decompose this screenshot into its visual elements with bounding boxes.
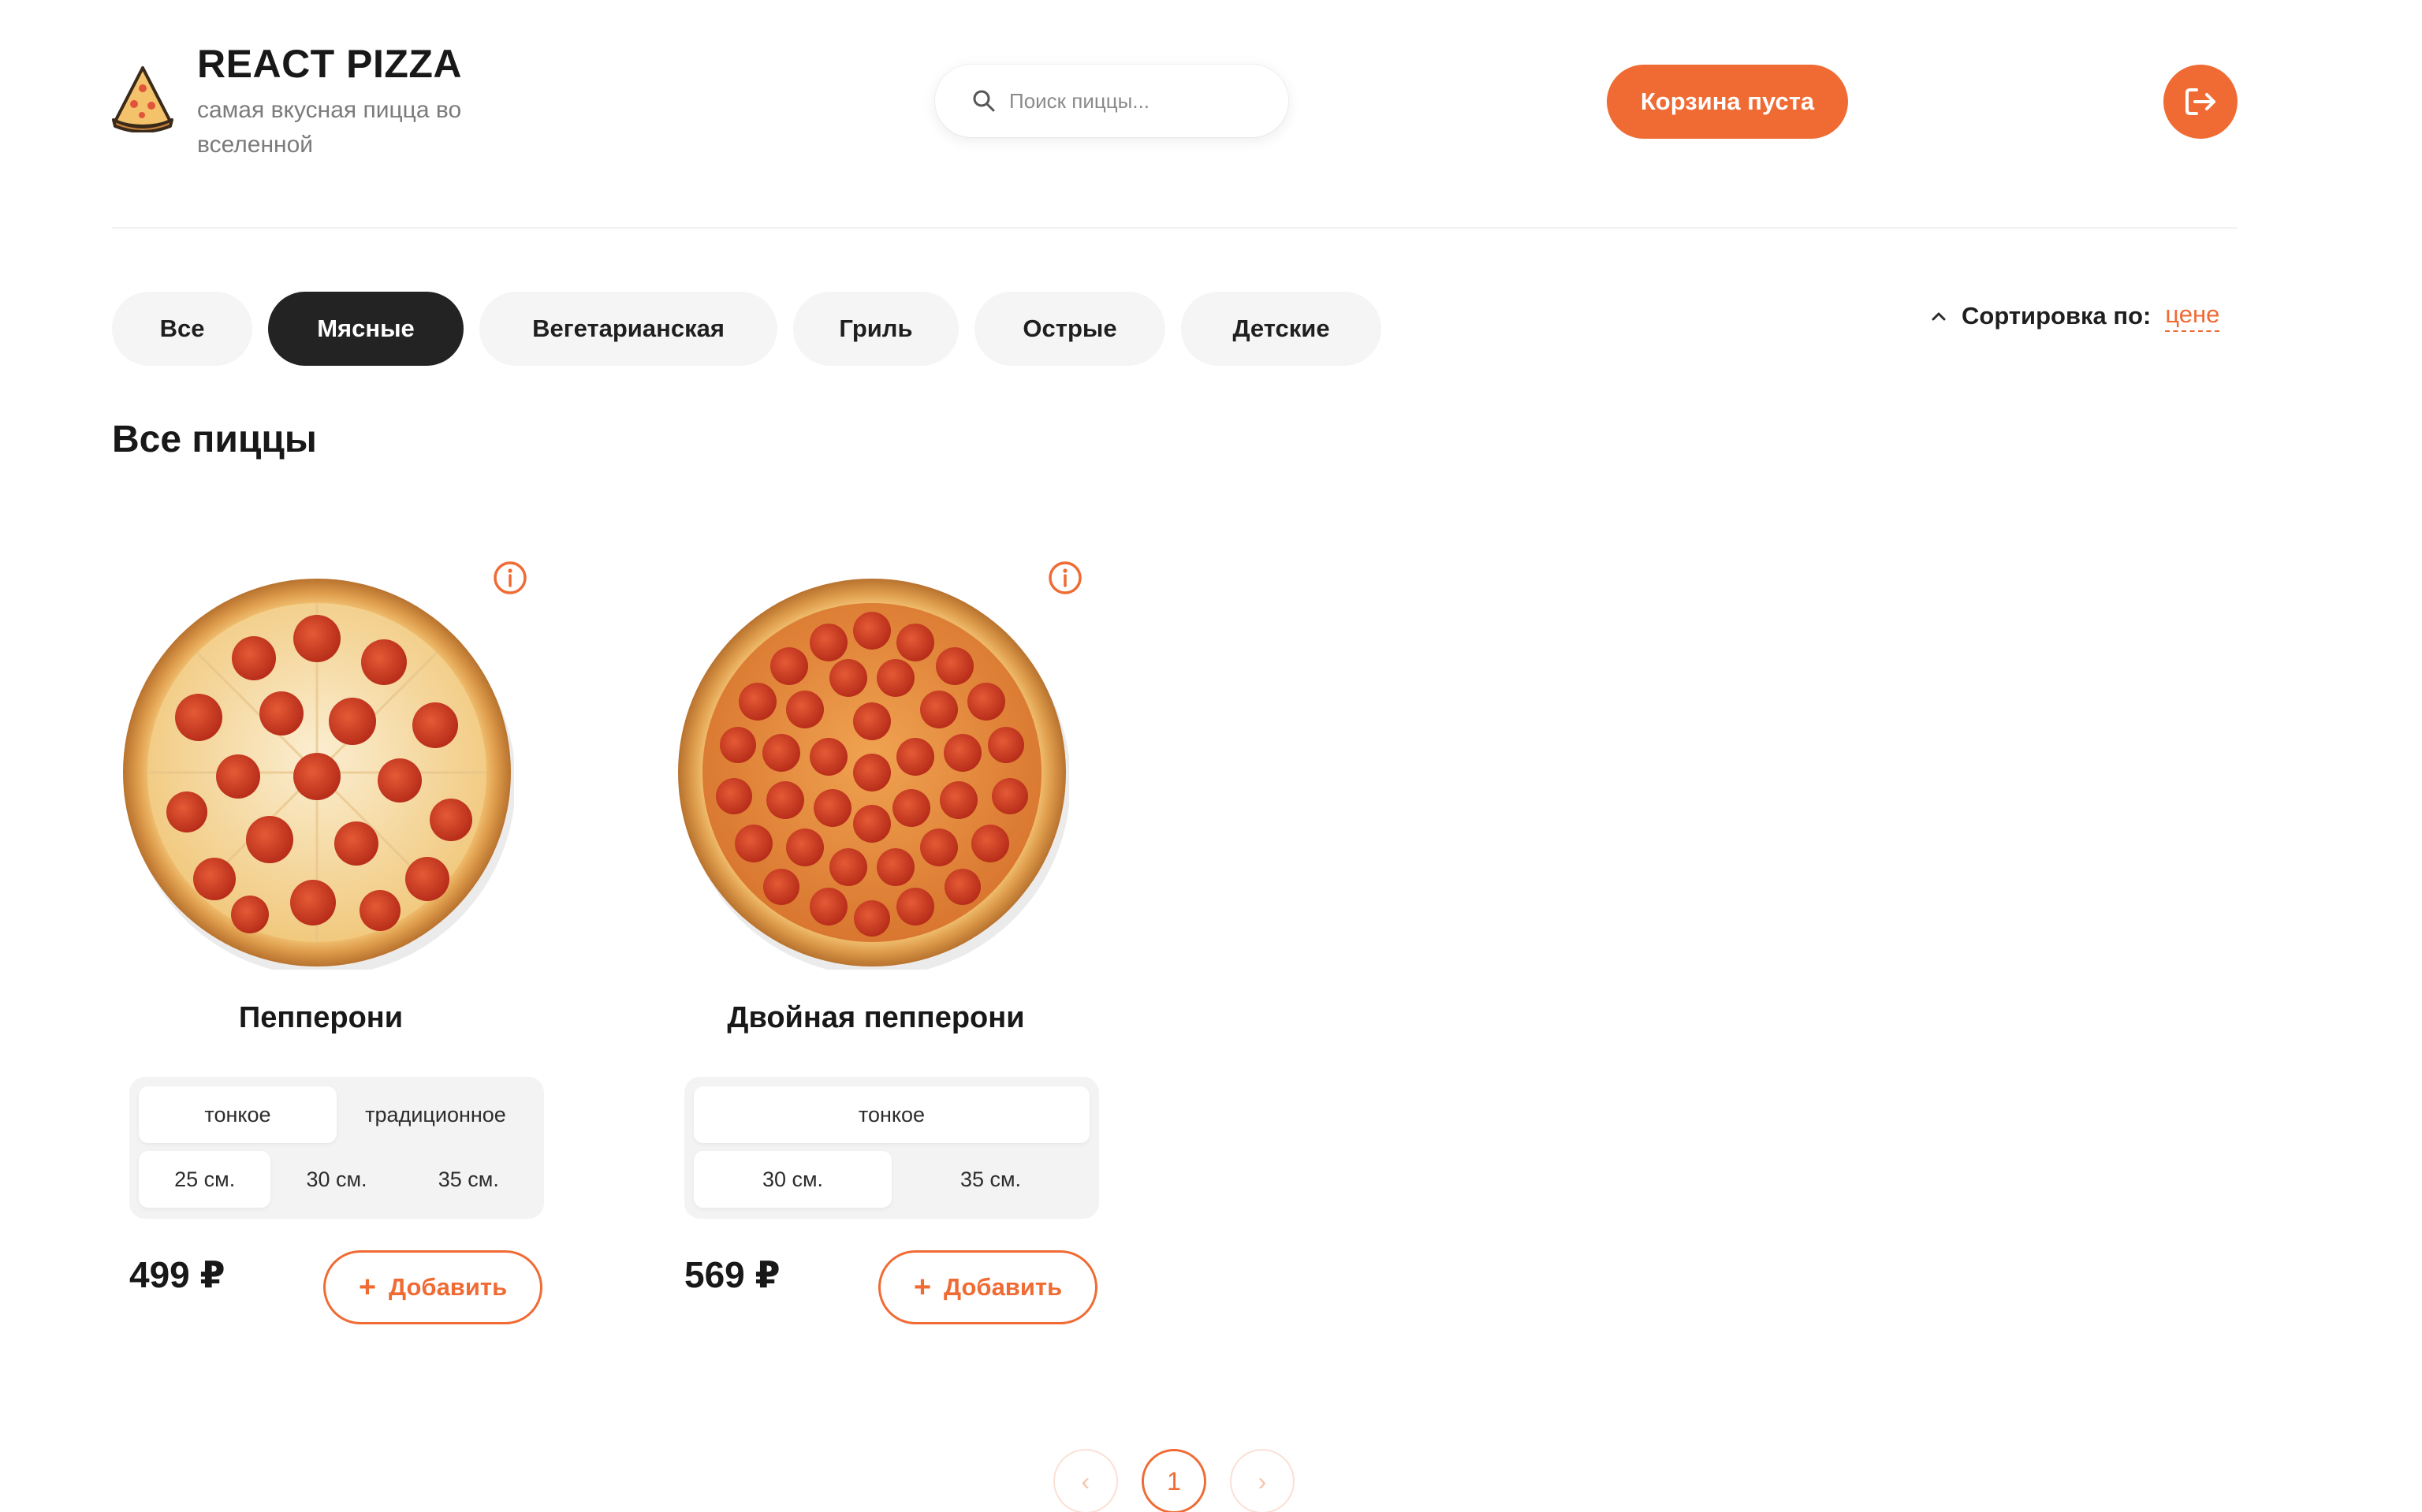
size-row: 30 см. 35 см. bbox=[694, 1151, 1090, 1208]
pizza-options: тонкое 30 см. 35 см. bbox=[684, 1077, 1099, 1219]
dough-option[interactable]: тонкое bbox=[694, 1086, 1090, 1143]
chevron-up-icon bbox=[1932, 312, 1946, 321]
size-option[interactable]: 35 см. bbox=[403, 1151, 535, 1208]
page-title: Все пиццы bbox=[112, 419, 317, 460]
add-to-cart-button[interactable]: + Добавить bbox=[878, 1250, 1097, 1324]
search-icon bbox=[973, 90, 995, 112]
pizza-name: Пепперони bbox=[238, 1001, 404, 1034]
pagination-prev-button[interactable]: ‹ bbox=[1053, 1449, 1118, 1512]
category-all[interactable]: Все bbox=[112, 292, 252, 366]
plus-icon: + bbox=[358, 1271, 377, 1304]
size-option[interactable]: 35 см. bbox=[892, 1151, 1090, 1208]
category-spicy[interactable]: Острые bbox=[974, 292, 1165, 366]
sort-control[interactable]: Сортировка по: цене bbox=[1928, 296, 2220, 336]
pizza-logo-icon[interactable] bbox=[110, 65, 175, 132]
pizza-price: 499 ₽ bbox=[129, 1254, 225, 1295]
size-option[interactable]: 25 см. bbox=[139, 1151, 271, 1208]
pagination-next-button[interactable]: › bbox=[1230, 1449, 1295, 1512]
add-button-label: Добавить bbox=[944, 1273, 1063, 1301]
sort-label: Сортировка по: bbox=[1962, 302, 2152, 330]
header-divider bbox=[112, 227, 2238, 229]
size-option[interactable]: 30 см. bbox=[270, 1151, 402, 1208]
logout-button[interactable] bbox=[2163, 65, 2238, 139]
add-button-label: Добавить bbox=[389, 1273, 508, 1301]
search-box bbox=[935, 65, 1288, 137]
dough-type-row: тонкое традиционное bbox=[139, 1086, 535, 1143]
dough-option[interactable]: тонкое bbox=[139, 1086, 337, 1143]
category-kids[interactable]: Детские bbox=[1181, 292, 1381, 366]
add-to-cart-button[interactable]: + Добавить bbox=[323, 1250, 542, 1324]
pizza-options: тонкое традиционное 25 см. 30 см. 35 см. bbox=[129, 1077, 544, 1219]
category-grill[interactable]: Гриль bbox=[793, 292, 959, 366]
pizza-name: Двойная пепперони bbox=[727, 1001, 1025, 1034]
dough-type-row: тонкое bbox=[694, 1086, 1090, 1143]
size-row: 25 см. 30 см. 35 см. bbox=[139, 1151, 535, 1208]
sort-value[interactable]: цене bbox=[2165, 300, 2220, 332]
plus-icon: + bbox=[913, 1271, 932, 1304]
size-option[interactable]: 30 см. bbox=[694, 1151, 892, 1208]
brand-title[interactable]: REACT PIZZA bbox=[197, 41, 462, 87]
pizza-image bbox=[123, 579, 514, 970]
cart-button[interactable]: Корзина пуста bbox=[1607, 65, 1848, 139]
pizza-image bbox=[678, 579, 1069, 970]
search-input[interactable] bbox=[1009, 80, 1261, 121]
pizza-card: Двойная пепперони тонкое 30 см. 35 см. 5… bbox=[667, 544, 1099, 1332]
dough-option[interactable]: традиционное bbox=[337, 1086, 535, 1143]
pagination-page-1[interactable]: 1 bbox=[1142, 1449, 1206, 1512]
category-vegetarian[interactable]: Вегетарианская bbox=[479, 292, 777, 366]
pizza-card: Пепперони тонкое традиционное 25 см. 30 … bbox=[112, 544, 544, 1332]
brand-subtitle: самая вкусная пицца во вселенной bbox=[197, 97, 462, 158]
pizza-price: 569 ₽ bbox=[684, 1254, 781, 1295]
logout-icon bbox=[2185, 88, 2215, 115]
category-meat[interactable]: Мясные bbox=[268, 292, 464, 366]
